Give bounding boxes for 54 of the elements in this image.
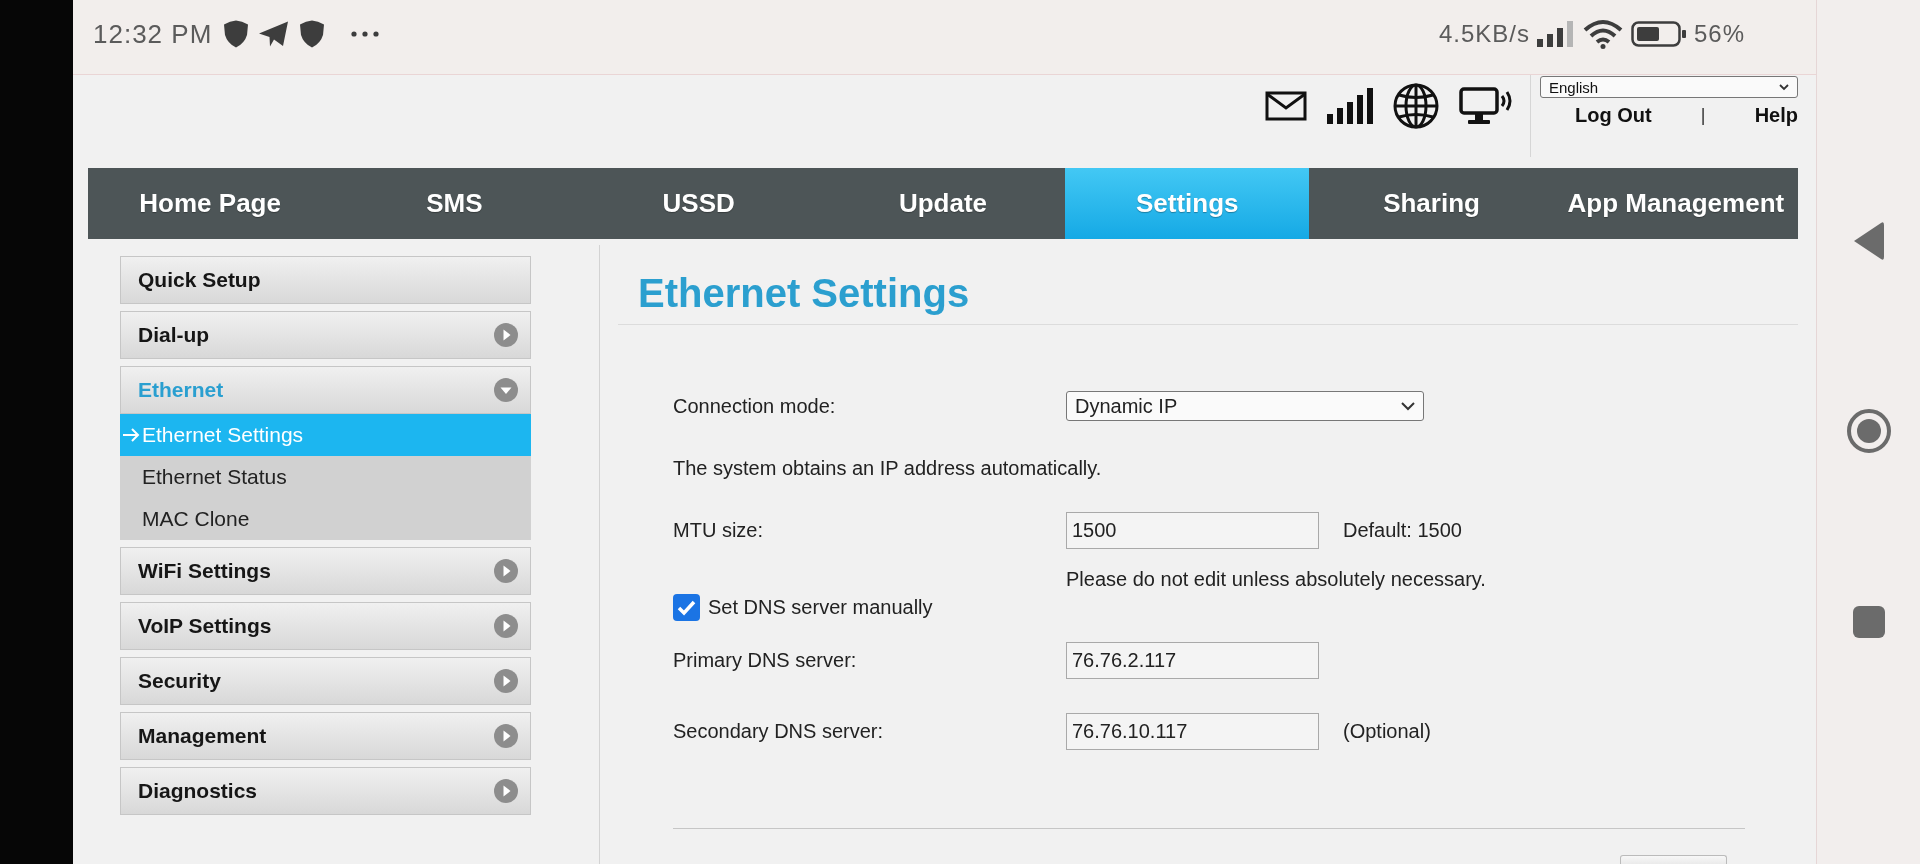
battery-percent-text: 56%: [1693, 20, 1745, 48]
text-input[interactable]: 76.76.2.117: [1066, 642, 1319, 679]
chevron-down-icon: [1401, 401, 1415, 411]
arrow-right-icon: [122, 428, 140, 442]
sidebar-item[interactable]: VoIP Settings: [120, 602, 531, 650]
checkbox-label: Set DNS server manually: [708, 596, 933, 619]
recents-icon[interactable]: [1852, 606, 1885, 638]
field-label: Primary DNS server:: [673, 649, 858, 672]
field-label: MTU size:: [673, 519, 764, 542]
hint-text: (Optional): [1342, 720, 1432, 743]
link-separator: |: [1700, 104, 1706, 127]
sidebar-item[interactable]: Dial-up: [120, 311, 531, 359]
globe-icon: [1393, 83, 1439, 129]
more-dots-icon: [351, 31, 380, 37]
sidebar-item[interactable]: Quick Setup: [120, 256, 531, 304]
submenu-item[interactable]: Ethernet Status: [120, 456, 531, 498]
wifi-icon: [1581, 19, 1624, 49]
network-speed-text: 4.5KB/s: [1438, 20, 1530, 48]
battery-icon: [1630, 21, 1687, 47]
submenu-item[interactable]: MAC Clone: [120, 498, 531, 540]
shield-icon: [299, 20, 326, 48]
signal-bars-icon: [1327, 88, 1373, 124]
nav-tab[interactable]: Home Page: [88, 168, 333, 239]
nav-tab[interactable]: Update: [820, 168, 1066, 239]
paper-plane-icon: [259, 21, 290, 47]
text-input[interactable]: 76.76.10.117: [1066, 713, 1319, 750]
dropdown-select[interactable]: Dynamic IP: [1066, 391, 1424, 421]
clock-text: 12:32 PM: [93, 18, 213, 50]
nav-tab[interactable]: SMS: [332, 168, 577, 239]
checkbox[interactable]: [673, 594, 700, 621]
header-link[interactable]: Log Out: [1575, 103, 1652, 127]
sidebar-item[interactable]: Security: [120, 657, 531, 705]
language-select[interactable]: English: [1540, 76, 1798, 98]
hint-text: Default: 1500: [1342, 519, 1463, 542]
sidebar-item[interactable]: Management: [120, 712, 531, 760]
envelope-icon[interactable]: [1265, 91, 1307, 121]
back-icon[interactable]: [1853, 222, 1884, 260]
warning-text: Please do not edit unless absolutely necessary.: [1066, 567, 1487, 592]
text-input[interactable]: 1500: [1066, 512, 1319, 549]
header-link[interactable]: Help: [1754, 103, 1798, 127]
chevron-down-icon: [1779, 83, 1789, 91]
nav-tab[interactable]: USSD: [576, 168, 821, 239]
cell-signal-icon: [1536, 21, 1575, 47]
info-text: The system obtains an IP address automatically.: [673, 456, 1103, 481]
page-title: Ethernet Settings: [638, 271, 971, 315]
shield-icon: [223, 20, 250, 48]
nav-tab[interactable]: App Management: [1553, 168, 1798, 239]
sidebar-item[interactable]: WiFi Settings: [120, 547, 531, 595]
field-label: Secondary DNS server:: [673, 720, 885, 743]
monitor-icon: [1459, 86, 1513, 126]
field-label: Connection mode:: [673, 394, 837, 418]
sidebar-item[interactable]: Diagnostics: [120, 767, 531, 815]
home-icon[interactable]: [1846, 409, 1891, 453]
nav-tab[interactable]: Sharing: [1309, 168, 1554, 239]
